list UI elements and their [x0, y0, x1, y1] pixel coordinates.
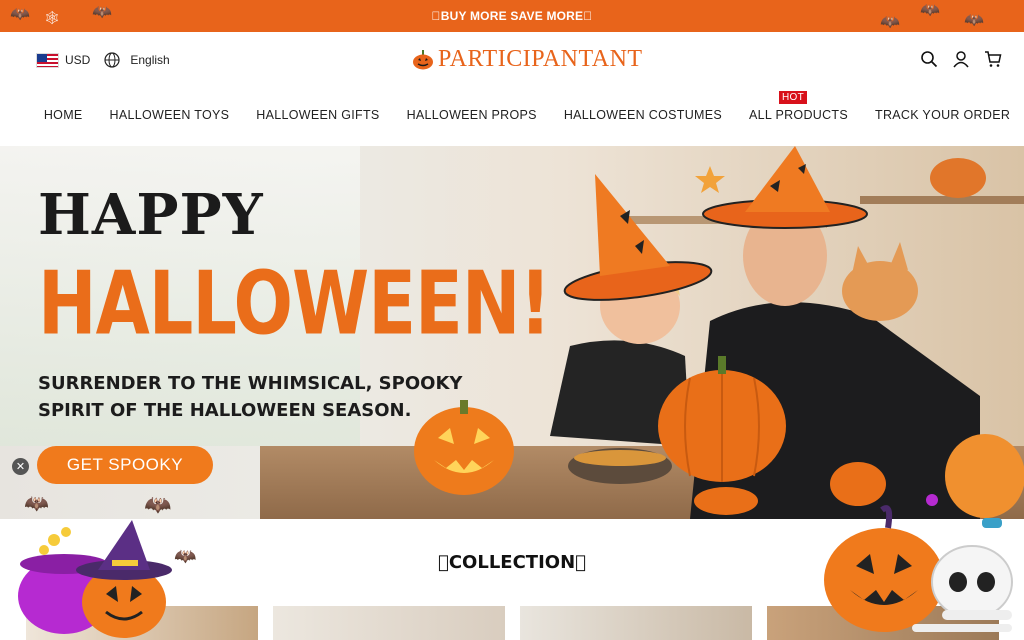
main-nav: HOME HALLOWEEN TOYS HALLOWEEN GIFTS HALL… — [0, 91, 1024, 122]
hero-subtitle: SURRENDER TO THE WHIMSICAL, SPOOKY SPIRI… — [38, 370, 462, 424]
close-icon[interactable]: ✕ — [12, 458, 29, 475]
site-header: USD English PARTICIPANTANT HOME HALLOWEE… — [0, 32, 1024, 146]
bat-decoration-icon: 🦇 — [92, 4, 112, 21]
bat-decoration-icon: 🦇 — [10, 6, 30, 23]
nav-item-halloween-props[interactable]: HALLOWEEN PROPS — [407, 108, 537, 122]
bat-decoration-icon: 🕸 — [44, 10, 61, 25]
locale-selector: USD English — [36, 52, 170, 68]
brand-logo[interactable]: PARTICIPANTANT — [412, 46, 643, 73]
bat-decoration-icon: 🦇 — [964, 12, 984, 29]
page: 🦇 🕸 🦇  BUY MORE SAVE MORE  🦇 🦇 🦇 USD Eng… — [0, 0, 1024, 640]
witch-cauldron-decoration-icon: 🦇 🦇 🦇 — [18, 491, 196, 638]
search-icon[interactable] — [920, 50, 938, 68]
us-flag-icon[interactable] — [36, 52, 59, 68]
nav-item-halloween-costumes[interactable]: HALLOWEEN COSTUMES — [564, 108, 722, 122]
hero-banner[interactable]: HAPPY HALLOWEEN! SURRENDER TO THE WHIMSI… — [0, 146, 1024, 519]
globe-icon[interactable] — [104, 52, 120, 68]
nav-item-track-your-order[interactable]: TRACK YOUR ORDER — [875, 108, 1010, 122]
hero-subtitle-line2: SPIRIT OF THE HALLOWEEN SEASON. — [38, 400, 412, 421]
account-icon[interactable] — [952, 50, 970, 68]
cart-icon[interactable] — [984, 50, 1002, 68]
announcement-bar: 🦇 🕸 🦇  BUY MORE SAVE MORE  🦇 🦇 🦇 — [0, 0, 1024, 32]
bat-decoration-icon: 🦇 — [880, 14, 900, 31]
svg-text:🦇: 🦇 — [24, 491, 49, 515]
announcement-text[interactable]:  BUY MORE SAVE MORE  — [432, 9, 593, 23]
nav-item-home[interactable]: HOME — [44, 108, 83, 122]
collection-card[interactable] — [520, 606, 752, 640]
currency-selector[interactable]: USD — [65, 53, 90, 67]
pumpkin-logo-icon — [413, 49, 433, 69]
svg-text:🦇: 🦇 — [144, 493, 171, 518]
nav-item-all-products[interactable]: HOT ALL PRODUCTS — [749, 91, 849, 122]
get-spooky-button[interactable]: GET SPOOKY — [37, 446, 213, 484]
collection-card[interactable] — [273, 606, 505, 640]
nav-item-halloween-gifts[interactable]: HALLOWEEN GIFTS — [256, 108, 379, 122]
hero-title-line2: HALLOWEEN! — [38, 252, 551, 355]
family-carving-pumpkin-illustration — [550, 146, 1024, 519]
language-selector[interactable]: English — [130, 53, 169, 67]
hot-badge: HOT — [779, 91, 808, 104]
pumpkin-skull-decoration-icon — [824, 494, 1013, 632]
hero-title-line1: HAPPY — [38, 182, 264, 248]
svg-text:🦇: 🦇 — [174, 546, 196, 567]
nav-item-halloween-toys[interactable]: HALLOWEEN TOYS — [110, 108, 230, 122]
brand-name: PARTICIPANTANT — [438, 46, 643, 72]
hero-subtitle-line1: SURRENDER TO THE WHIMSICAL, SPOOKY — [38, 373, 463, 394]
header-actions — [920, 50, 1002, 68]
bat-decoration-icon: 🦇 — [920, 2, 940, 19]
nav-item-label: ALL PRODUCTS — [749, 108, 849, 122]
